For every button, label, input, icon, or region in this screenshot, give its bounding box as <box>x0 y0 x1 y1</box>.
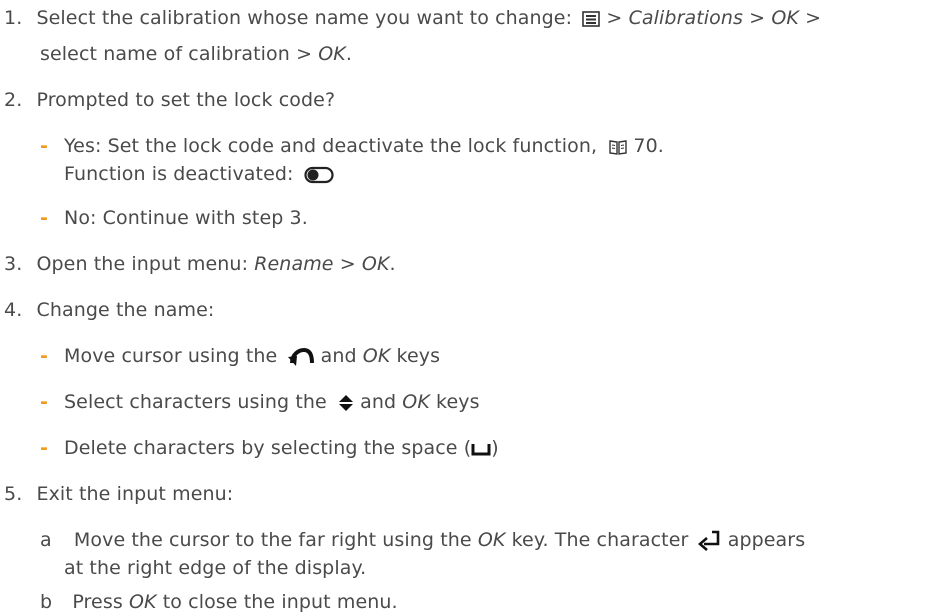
substep-a-cont: at the right edge of the display. <box>64 557 367 579</box>
back-arrow-icon <box>288 347 315 366</box>
menu-icon <box>582 10 601 27</box>
bullet-move-cursor: - Move cursor using the and OK keys <box>40 345 441 367</box>
step-5: 5. Exit the input menu: <box>4 483 234 505</box>
bullet-select-chars: - Select characters using the and OK key… <box>40 391 480 413</box>
step-4: 4. Change the name: <box>4 299 215 321</box>
bullet-yes: - Yes: Set the lock code and deactivate … <box>40 135 664 157</box>
step-2: 2. Prompted to set the lock code? <box>4 89 336 111</box>
step-text: Select the calibration whose name you wa… <box>36 7 573 29</box>
bullet-yes-cont: Function is deactivated: <box>64 162 334 186</box>
substep-a: a Move the cursor to the far right using… <box>40 529 806 551</box>
space-icon <box>471 443 491 455</box>
step-1: 1. Select the calibration whose name you… <box>4 7 822 29</box>
menu-calibrations: Calibrations <box>628 7 744 29</box>
substep-b: b Press OK to close the input menu. <box>40 591 398 613</box>
toggle-off-icon <box>304 166 334 183</box>
bullet-delete-chars: - Delete characters by selecting the spa… <box>40 437 499 459</box>
enter-icon <box>697 530 719 551</box>
step-3: 3. Open the input menu: Rename > OK. <box>4 253 396 275</box>
step-1-cont: select name of calibration > OK. <box>40 43 352 65</box>
key-ok: OK <box>771 7 799 29</box>
up-down-arrows-icon <box>338 394 353 411</box>
step-number: 1. <box>4 7 23 29</box>
manual-book-icon <box>609 139 627 155</box>
bullet-no: - No: Continue with step 3. <box>40 207 308 229</box>
